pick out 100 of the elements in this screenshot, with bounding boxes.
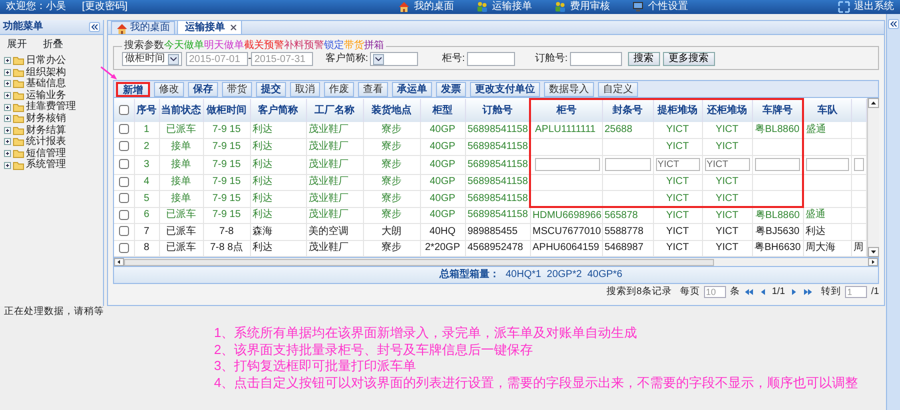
sidebar-action-link[interactable]: 折叠 bbox=[43, 39, 63, 51]
last-page-icon[interactable] bbox=[803, 288, 814, 296]
tree-item-label[interactable]: 日常办公 bbox=[26, 55, 66, 67]
table-cell: 茂业鞋厂 bbox=[308, 192, 348, 204]
tab[interactable]: 我的桌面 bbox=[111, 21, 175, 34]
note-text: 4、点击自定义按钮可以对该界面的列表进行设置，需要的字段显示出来，不需要的字段不显示，顺序也可以调整 bbox=[214, 374, 860, 391]
scroll-right-icon[interactable] bbox=[868, 258, 878, 266]
table-cell: 7-9 15 bbox=[212, 158, 241, 170]
table-cell: 粤BJ5630 bbox=[756, 226, 800, 237]
select-all-checkbox[interactable] bbox=[118, 104, 129, 115]
tree-item-label[interactable]: 系统管理 bbox=[26, 159, 66, 171]
expand-icon[interactable] bbox=[4, 126, 11, 134]
table-cell: 已派车 bbox=[166, 242, 196, 254]
row-checkbox[interactable] bbox=[118, 242, 129, 253]
home-icon bbox=[398, 1, 410, 13]
toolbar-button[interactable]: 新增 bbox=[116, 82, 150, 97]
select-field[interactable] bbox=[370, 52, 418, 66]
cell-input[interactable] bbox=[854, 158, 864, 171]
input-field[interactable] bbox=[466, 52, 515, 66]
sidebar-action-link[interactable]: 展开 bbox=[7, 39, 27, 51]
tree-item-label[interactable]: 挂靠费管理 bbox=[26, 101, 76, 113]
cell-input[interactable] bbox=[535, 158, 600, 171]
expand-button[interactable] bbox=[888, 19, 899, 29]
row-checkbox[interactable] bbox=[118, 210, 129, 220]
tree-item-label[interactable]: 财务结算 bbox=[26, 124, 66, 136]
toolbar-button[interactable]: 发票 bbox=[436, 82, 466, 97]
expand-icon[interactable] bbox=[4, 115, 11, 122]
table-cell: YICT bbox=[666, 176, 689, 188]
toolbar-button[interactable]: 修改 bbox=[154, 82, 184, 97]
toolbar-button[interactable]: 取消 bbox=[290, 82, 320, 97]
page-size-unit: 条 bbox=[730, 286, 740, 298]
legend-text: 截关预警 bbox=[244, 40, 284, 51]
tree-item-label[interactable]: 短信管理 bbox=[26, 148, 66, 160]
page-size-label: 每页 bbox=[680, 286, 700, 298]
tab[interactable]: 运输接单 bbox=[177, 20, 242, 34]
scroll-down-icon[interactable] bbox=[868, 247, 878, 257]
expand-icon[interactable] bbox=[4, 138, 11, 146]
legend-text: 锁定 bbox=[324, 40, 344, 51]
legend-text: 明天做单 bbox=[204, 40, 244, 51]
toolbar-button[interactable]: 带货 bbox=[222, 82, 252, 97]
cell-input[interactable]: YICT bbox=[704, 158, 750, 171]
table-cell: 40GP bbox=[430, 124, 456, 135]
expand-icon[interactable] bbox=[4, 68, 11, 76]
table-cell: 利达 bbox=[806, 226, 826, 237]
search-button[interactable]: 搜索 bbox=[628, 52, 660, 66]
row-checkbox[interactable] bbox=[118, 226, 129, 236]
collapse-button[interactable] bbox=[89, 22, 100, 32]
cell-input[interactable]: YICT bbox=[656, 158, 700, 171]
nav-link-item[interactable]: 费用审核 bbox=[570, 1, 610, 13]
logout-link[interactable]: 退出系统 bbox=[854, 1, 894, 13]
cell-input[interactable] bbox=[604, 158, 650, 171]
cell-input[interactable] bbox=[754, 158, 800, 171]
row-checkbox[interactable] bbox=[118, 141, 129, 152]
expand-icon[interactable] bbox=[4, 104, 11, 111]
toolbar-button[interactable]: 自定义 bbox=[598, 82, 638, 97]
row-checkbox[interactable] bbox=[118, 158, 129, 169]
legend-text: 拼箱 bbox=[364, 40, 384, 51]
table-cell: 56898541158 bbox=[468, 176, 528, 188]
nav-link-item[interactable]: 运输接单 bbox=[492, 1, 532, 13]
table-cell: YICT bbox=[666, 140, 689, 152]
toolbar-button[interactable]: 承运单 bbox=[392, 82, 432, 97]
input-field[interactable] bbox=[570, 52, 622, 66]
table-cell: 2*20GP bbox=[424, 242, 460, 254]
toolbar-button[interactable]: 作废 bbox=[324, 82, 354, 97]
close-icon[interactable] bbox=[230, 24, 237, 31]
horizontal-scrollbar[interactable] bbox=[113, 258, 879, 267]
tree-item-label[interactable]: 运输业务 bbox=[26, 90, 66, 102]
nav-link-item[interactable]: 个性设置 bbox=[648, 1, 688, 13]
expand-icon[interactable] bbox=[4, 162, 11, 169]
search-button[interactable]: 更多搜索 bbox=[662, 52, 715, 66]
scroll-left-icon[interactable] bbox=[114, 258, 124, 266]
toolbar-button[interactable]: 提交 bbox=[256, 82, 286, 97]
row-checkbox[interactable] bbox=[118, 193, 129, 204]
vertical-scrollbar[interactable] bbox=[866, 98, 878, 257]
tree-item-label[interactable]: 基础信息 bbox=[26, 78, 66, 90]
table-cell: 7-9 15 bbox=[212, 176, 241, 188]
expand-icon[interactable] bbox=[4, 150, 11, 158]
tree-item-label[interactable]: 组织架构 bbox=[26, 66, 66, 78]
select-field[interactable]: 做柜时间 bbox=[122, 52, 182, 66]
scroll-up-icon[interactable] bbox=[868, 98, 878, 108]
toolbar-button[interactable]: 保存 bbox=[188, 82, 218, 97]
expand-icon[interactable] bbox=[4, 92, 11, 100]
toolbar-button[interactable]: 更改支付单位 bbox=[470, 82, 540, 97]
expand-icon[interactable] bbox=[4, 57, 11, 64]
tree-item-label[interactable]: 财务核销 bbox=[26, 112, 66, 125]
change-password-link[interactable]: [更改密码] bbox=[82, 1, 128, 13]
table-cell: YICT bbox=[666, 192, 689, 204]
row-checkbox[interactable] bbox=[118, 124, 129, 134]
toolbar-button[interactable]: 查看 bbox=[358, 82, 388, 97]
toolbar-button[interactable]: 数据导入 bbox=[544, 82, 594, 97]
nav-link-item[interactable]: 我的桌面 bbox=[414, 1, 454, 13]
expand-icon[interactable] bbox=[4, 80, 11, 88]
table-cell: 利达 bbox=[252, 158, 272, 170]
tree-item-label[interactable]: 统计报表 bbox=[26, 136, 66, 148]
first-page-icon[interactable] bbox=[744, 288, 754, 296]
row-checkbox[interactable] bbox=[118, 176, 129, 187]
cell-input[interactable] bbox=[806, 158, 848, 171]
collapse-icon bbox=[91, 24, 98, 30]
table-cell: 接单 bbox=[171, 192, 191, 204]
column-header[interactable]: 柜号 bbox=[556, 105, 576, 116]
